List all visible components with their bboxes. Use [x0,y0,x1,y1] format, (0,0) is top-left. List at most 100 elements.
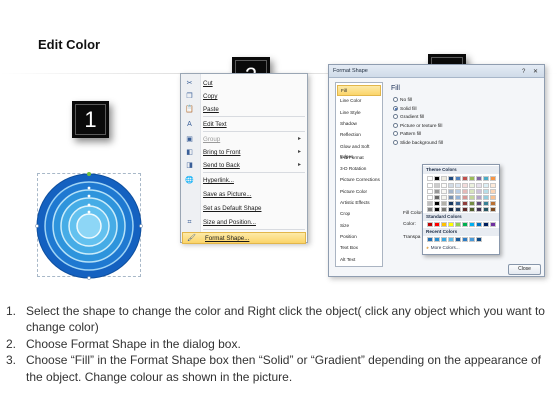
theme-color-swatch[interactable] [427,189,433,194]
theme-color-swatch[interactable] [455,201,461,206]
theme-color-swatch[interactable] [448,183,454,188]
standard-color-swatch[interactable] [476,222,482,227]
theme-color-swatch[interactable] [427,183,433,188]
theme-color-swatch[interactable] [441,195,447,200]
theme-color-swatch[interactable] [448,207,454,212]
category-reflection[interactable]: Reflection [337,130,381,141]
standard-color-swatch[interactable] [483,222,489,227]
theme-color-swatch[interactable] [441,189,447,194]
theme-color-swatch[interactable] [476,183,482,188]
theme-color-swatch[interactable] [469,201,475,206]
category-line-color[interactable]: Line Color [337,96,381,107]
recent-color-swatch[interactable] [427,237,433,242]
theme-color-swatch[interactable] [455,176,461,181]
category-shadow[interactable]: Shadow [337,119,381,130]
theme-color-swatch[interactable] [476,189,482,194]
menu-item-paste[interactable]: 📋 Paste [181,104,307,116]
theme-color-swatch[interactable] [434,207,440,212]
more-colors-option[interactable]: ◕ More Colors... [426,245,460,250]
theme-color-swatch[interactable] [427,176,433,181]
category-text-box[interactable]: Text Box [337,243,381,254]
radio-gradient-fill[interactable]: Gradient fill [393,114,424,120]
recent-color-swatch[interactable] [434,237,440,242]
radio-button[interactable] [393,131,398,137]
theme-color-swatch[interactable] [469,207,475,212]
menu-item-copy[interactable]: ❐ Copy [181,91,307,103]
radio-button[interactable] [393,122,398,128]
theme-color-swatch[interactable] [462,176,468,181]
radio-button[interactable] [393,97,398,102]
category-line-style[interactable]: Line Style [337,108,381,119]
theme-color-swatch[interactable] [448,176,454,181]
theme-color-swatch[interactable] [490,189,496,194]
theme-color-swatch[interactable] [483,176,489,181]
theme-color-swatch[interactable] [441,201,447,206]
theme-color-swatch[interactable] [462,207,468,212]
standard-color-swatch[interactable] [490,222,496,227]
theme-color-swatch[interactable] [490,201,496,206]
radio-no-fill[interactable]: No fill [393,97,412,103]
menu-item-format-shape[interactable]: 🖌 Format Shape... [182,232,306,244]
theme-color-swatch[interactable] [483,207,489,212]
recent-color-swatch[interactable] [448,237,454,242]
theme-color-swatch[interactable] [490,176,496,181]
theme-color-swatch[interactable] [483,189,489,194]
category-3-d-format[interactable]: 3-D Format [337,153,381,164]
theme-color-swatch[interactable] [490,207,496,212]
category-size[interactable]: Size [337,221,381,232]
category-alt-text[interactable]: Alt Text [337,255,381,266]
radio-slide-background-fill[interactable]: Slide background fill [393,140,443,146]
theme-color-swatch[interactable] [483,201,489,206]
theme-color-swatch[interactable] [490,183,496,188]
recent-color-swatch[interactable] [462,237,468,242]
dialog-window-controls[interactable]: ? ✕ [522,68,541,75]
menu-item-set-as-default-shape[interactable]: Set as Default Shape [181,203,307,215]
theme-color-swatch[interactable] [427,201,433,206]
radio-solid-fill[interactable]: Solid fill [393,105,417,111]
theme-color-swatch[interactable] [469,176,475,181]
radio-button[interactable] [393,140,398,145]
recent-color-swatch[interactable] [455,237,461,242]
theme-color-swatch[interactable] [455,195,461,200]
theme-color-swatch[interactable] [434,189,440,194]
standard-color-swatch[interactable] [455,222,461,227]
category-picture-corrections[interactable]: Picture Corrections [337,175,381,186]
theme-color-swatch[interactable] [448,201,454,206]
theme-color-swatch[interactable] [462,189,468,194]
theme-color-swatch[interactable] [469,189,475,194]
menu-item-hyperlink[interactable]: 🌐 Hyperlink... [181,175,307,187]
recent-color-swatch[interactable] [476,237,482,242]
theme-color-swatch[interactable] [434,176,440,181]
close-button[interactable]: Close [508,264,541,275]
menu-item-cut[interactable]: ✂ Cut [181,78,307,90]
theme-color-swatch[interactable] [469,195,475,200]
theme-color-swatch[interactable] [462,195,468,200]
standard-color-swatch[interactable] [448,222,454,227]
theme-color-swatch[interactable] [455,207,461,212]
recent-color-swatch[interactable] [441,237,447,242]
standard-color-swatch[interactable] [427,222,433,227]
theme-color-swatch[interactable] [483,183,489,188]
theme-color-swatch[interactable] [476,201,482,206]
radio-picture-or-texture-fill[interactable]: Picture or texture fill [393,122,442,129]
theme-color-swatch[interactable] [455,183,461,188]
radio-pattern-fill[interactable]: Pattern fill [393,131,421,137]
theme-color-swatch[interactable] [441,207,447,212]
standard-color-swatch[interactable] [462,222,468,227]
theme-color-swatch[interactable] [434,183,440,188]
theme-color-swatch[interactable] [476,207,482,212]
menu-item-save-as-picture[interactable]: Save as Picture... [181,189,307,201]
menu-item-bring-to-front[interactable]: ◧ Bring to Front ▸ [181,147,307,159]
radio-button[interactable] [393,114,398,120]
theme-color-swatch[interactable] [448,189,454,194]
standard-color-swatch[interactable] [434,222,440,227]
menu-item-size-and-position[interactable]: ⌗ Size and Position... [181,217,307,229]
theme-color-swatch[interactable] [462,183,468,188]
theme-color-swatch[interactable] [441,183,447,188]
theme-color-swatch[interactable] [441,176,447,181]
theme-color-swatch[interactable] [483,195,489,200]
theme-color-swatch[interactable] [434,195,440,200]
theme-color-swatch[interactable] [427,195,433,200]
standard-color-swatch[interactable] [469,222,475,227]
category-picture-color[interactable]: Picture Color [337,187,381,198]
